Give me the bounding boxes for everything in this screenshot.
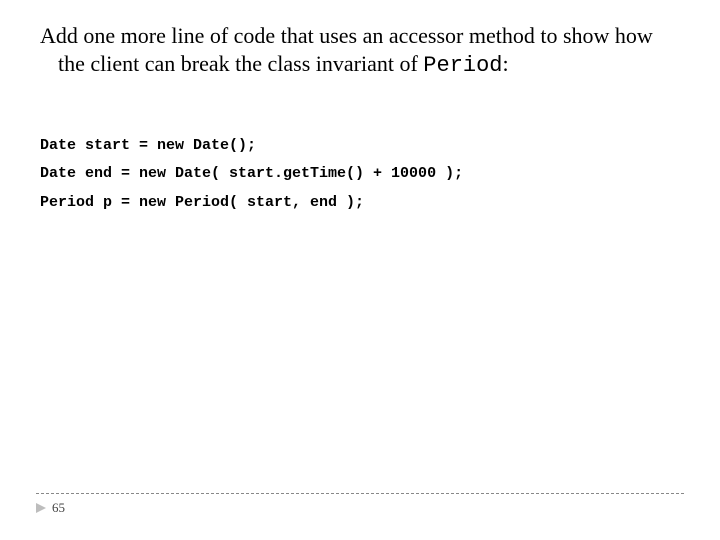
code-line-2: Date end = new Date( start.getTime() + 1… <box>40 165 463 182</box>
code-line-1: Date start = new Date(); <box>40 137 256 154</box>
page-number-row: 65 <box>36 500 684 516</box>
slide-footer: 65 <box>36 493 684 516</box>
code-line-3: Period p = new Period( start, end ); <box>40 194 364 211</box>
page-number: 65 <box>52 500 65 516</box>
footer-divider <box>36 493 684 494</box>
prompt-code-word: Period <box>423 53 502 78</box>
slide: Add one more line of code that uses an a… <box>0 0 720 540</box>
code-block: Date start = new Date(); Date end = new … <box>40 103 684 246</box>
prompt-text-after: : <box>503 51 509 76</box>
question-prompt: Add one more line of code that uses an a… <box>54 22 684 79</box>
prompt-text-before: Add one more line of code that uses an a… <box>40 23 653 76</box>
play-marker-icon <box>36 503 46 513</box>
